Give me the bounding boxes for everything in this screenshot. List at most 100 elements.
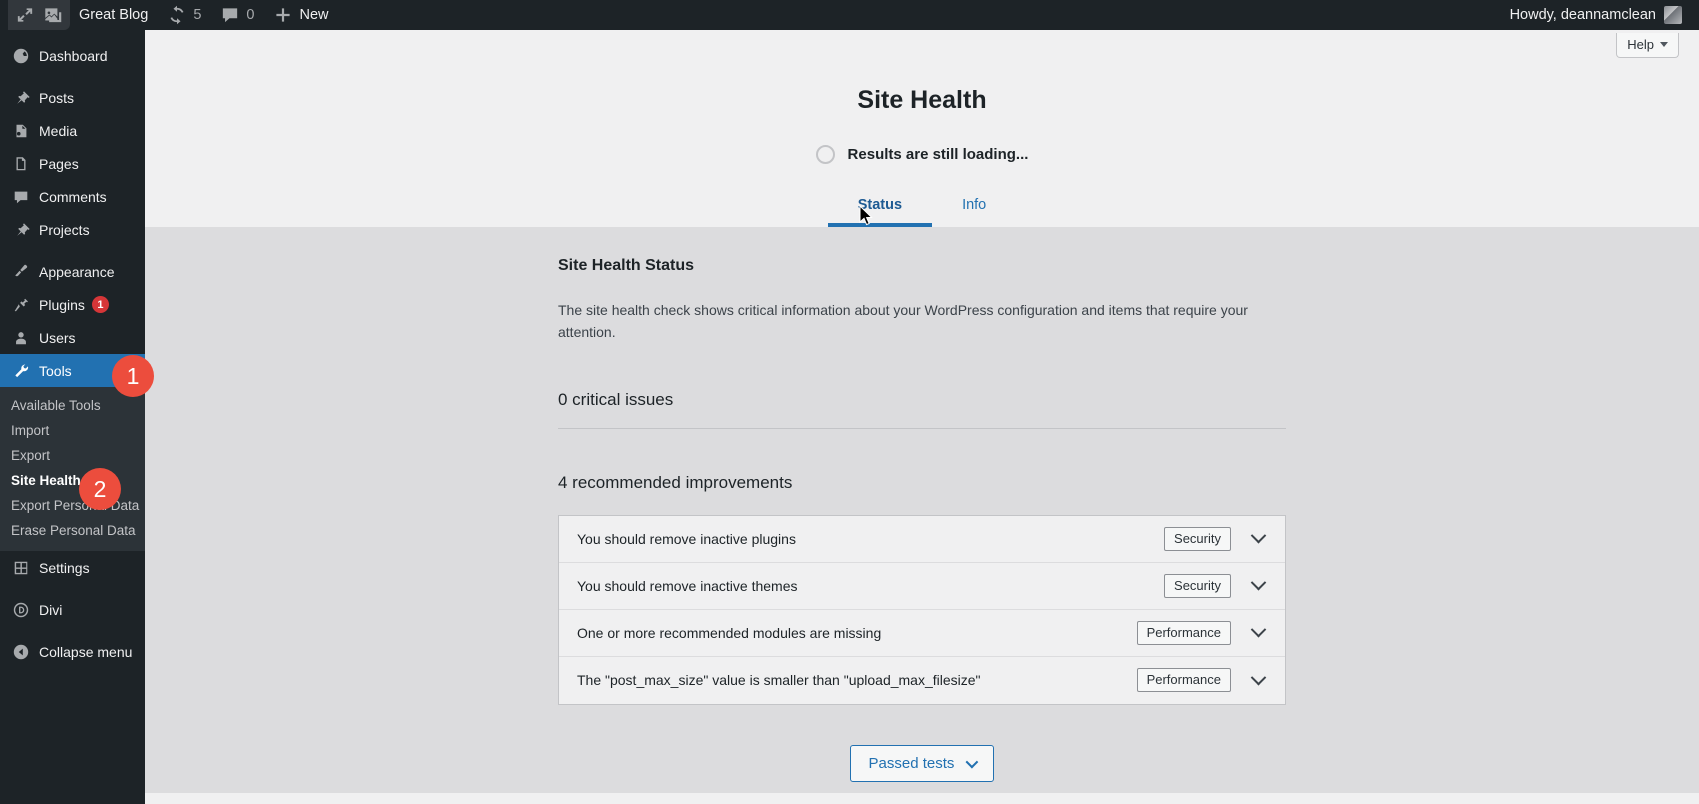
divi-icon <box>11 600 31 620</box>
submenu-item-export[interactable]: Export <box>0 443 145 468</box>
submenu-item-available-tools[interactable]: Available Tools <box>0 393 145 418</box>
comment-bubble-icon <box>219 4 241 26</box>
page-title: Site Health <box>857 86 987 114</box>
sidebar-item-plugins[interactable]: Plugins 1 <box>0 288 145 321</box>
issue-label: You should remove inactive themes <box>577 577 798 594</box>
critical-issues-heading: 0 critical issues <box>558 389 674 409</box>
plus-icon <box>272 4 294 26</box>
status-badge: Performance <box>1136 620 1231 645</box>
status-heading: Site Health Status <box>558 257 695 274</box>
sidebar-item-collapse-menu[interactable]: Collapse menu <box>0 635 145 668</box>
chevron-down-icon[interactable] <box>1241 522 1275 556</box>
issue-label: The "post_max_size" value is smaller tha… <box>577 672 981 689</box>
progress-label: Results are still loading... <box>847 146 1029 163</box>
dashboard-icon <box>11 46 31 66</box>
health-tabs: Status Info <box>145 186 1699 227</box>
settings-icon <box>11 558 31 578</box>
paintbrush-icon <box>11 262 31 282</box>
table-row[interactable]: One or more recommended modules are miss… <box>559 609 1285 657</box>
updates-icon <box>166 4 188 26</box>
status-badge: Performance <box>1136 668 1231 693</box>
divider <box>558 427 1286 429</box>
admin-sidebar: Dashboard Posts Media Pages Comments Pro… <box>0 30 145 804</box>
main-content: Help Site Health Results are still loadi… <box>145 30 1699 804</box>
submenu-item-site-health[interactable]: Site Health <box>0 468 145 493</box>
passed-tests-button[interactable]: Passed tests <box>849 744 995 782</box>
media-icon <box>11 121 31 141</box>
submenu-item-export-personal-data[interactable]: Export Personal Data <box>0 493 145 518</box>
tab-status[interactable]: Status <box>827 186 933 227</box>
help-bar: Help <box>145 30 1699 58</box>
chevron-down-icon[interactable] <box>1241 616 1275 650</box>
submenu-item-import[interactable]: Import <box>0 418 145 443</box>
passed-tests-wrap: Passed tests <box>558 744 1286 782</box>
new-content-label: New <box>299 7 329 23</box>
wordpress-collapse-icon[interactable] <box>14 4 36 26</box>
site-health-inner: Site Health Status The site health check… <box>558 227 1286 782</box>
sidebar-item-label: Projects <box>39 221 90 238</box>
passed-tests-label: Passed tests <box>868 754 955 772</box>
table-row[interactable]: You should remove inactive themes Securi… <box>559 562 1285 610</box>
my-account-menu[interactable]: Howdy, deannamclean <box>1501 0 1691 30</box>
sidebar-item-label: Appearance <box>39 263 115 280</box>
tools-submenu: Available Tools Import Export Site Healt… <box>0 387 145 551</box>
account-greeting: Howdy, deannamclean <box>1509 7 1656 23</box>
help-tab-button[interactable]: Help <box>1616 33 1679 58</box>
sidebar-item-media[interactable]: Media <box>0 114 145 147</box>
sidebar-item-comments[interactable]: Comments <box>0 180 145 213</box>
health-progress: Results are still loading... <box>145 145 1699 164</box>
table-row[interactable]: You should remove inactive plugins Secur… <box>559 515 1285 563</box>
updates-count: 5 <box>193 7 202 23</box>
status-badge: Security <box>1164 573 1231 598</box>
comments-icon <box>11 187 31 207</box>
status-badge: Security <box>1164 526 1231 551</box>
admin-bar-logo-group <box>8 0 70 30</box>
sidebar-item-divi[interactable]: Divi <box>0 593 145 626</box>
site-health-header: Site Health Results are still loading...… <box>145 57 1699 227</box>
sidebar-spacer-top <box>0 30 145 39</box>
help-tab-label: Help <box>1627 37 1654 52</box>
status-description: The site health check shows critical inf… <box>558 302 1248 341</box>
sidebar-item-label: Tools <box>39 362 72 379</box>
tab-info[interactable]: Info <box>932 186 1016 227</box>
submenu-item-erase-personal-data[interactable]: Erase Personal Data <box>0 518 145 543</box>
chevron-down-icon[interactable] <box>1241 663 1275 697</box>
step-badge-1: 1 <box>112 355 154 397</box>
issues-list: You should remove inactive plugins Secur… <box>558 514 1286 705</box>
comments-count: 0 <box>246 7 255 23</box>
pin-icon <box>11 88 31 108</box>
chevron-down-icon <box>1660 42 1668 47</box>
sidebar-item-label: Collapse menu <box>39 643 133 660</box>
sidebar-item-dashboard[interactable]: Dashboard <box>0 39 145 72</box>
pages-icon <box>11 154 31 174</box>
loading-spinner-icon <box>815 145 835 164</box>
comments-menu[interactable]: 0 <box>210 0 263 30</box>
sidebar-item-users[interactable]: Users <box>0 321 145 354</box>
sidebar-item-posts[interactable]: Posts <box>0 81 145 114</box>
plugins-icon <box>11 295 31 315</box>
chevron-down-icon[interactable] <box>1241 569 1275 603</box>
issue-label: One or more recommended modules are miss… <box>577 624 882 641</box>
site-health-body: Site Health Status The site health check… <box>145 227 1699 793</box>
sidebar-item-appearance[interactable]: Appearance <box>0 255 145 288</box>
tools-icon <box>11 361 31 381</box>
admin-bar: Great Blog 5 0 New Howdy, deannamclean <box>0 0 1699 30</box>
collapse-arrow-icon <box>11 642 31 662</box>
recommended-improvements-heading: 4 recommended improvements <box>558 472 793 492</box>
site-name-menu[interactable]: Great Blog <box>70 0 157 30</box>
pin-icon <box>11 220 31 240</box>
sidebar-item-projects[interactable]: Projects <box>0 213 145 246</box>
avatar <box>1664 6 1682 24</box>
issue-label: You should remove inactive plugins <box>577 530 796 547</box>
step-badge-2: 2 <box>79 468 121 510</box>
plugins-update-badge: 1 <box>91 296 109 313</box>
updates-menu[interactable]: 5 <box>157 0 210 30</box>
sidebar-item-pages[interactable]: Pages <box>0 147 145 180</box>
sidebar-item-label: Dashboard <box>39 47 108 64</box>
new-content-menu[interactable]: New <box>263 0 337 30</box>
customize-image-icon[interactable] <box>42 4 64 26</box>
sidebar-item-settings[interactable]: Settings <box>0 551 145 584</box>
table-row[interactable]: The "post_max_size" value is smaller tha… <box>559 656 1285 704</box>
